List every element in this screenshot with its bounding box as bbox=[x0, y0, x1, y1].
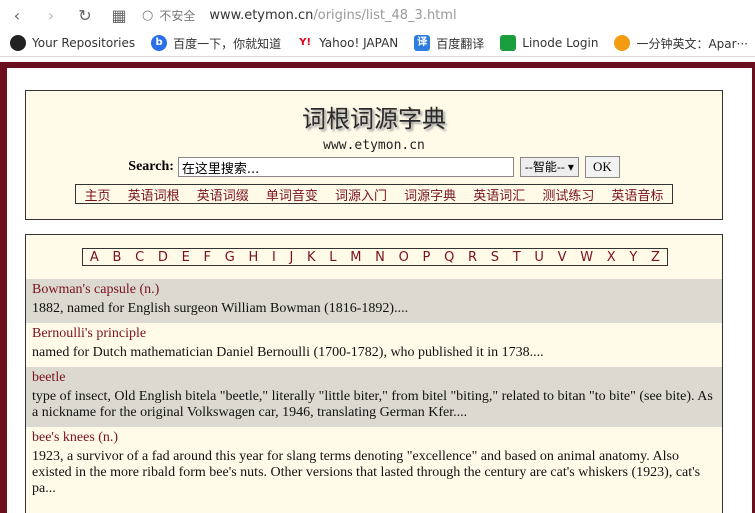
dropdown-arrow-icon: ▾ bbox=[567, 160, 574, 174]
main-menu: 主页 英语词根 英语词缀 单词音变 词源入门 词源字典 英语词汇 测试练习 英语… bbox=[75, 184, 673, 204]
orange-icon bbox=[614, 35, 631, 51]
search-mode-select[interactable]: --智能-- ▾ bbox=[519, 157, 579, 177]
forward-icon[interactable]: › bbox=[34, 6, 68, 25]
search-label: Search: bbox=[128, 159, 174, 174]
letter-link[interactable]: R bbox=[468, 250, 477, 265]
list-item: bee's knees (n.) 1923, a survivor of a f… bbox=[26, 427, 722, 503]
list-item: beetle type of insect, Old English bitel… bbox=[26, 367, 722, 427]
site-header: 词根词源字典 www.etymon.cn Search: --智能-- ▾ OK… bbox=[25, 90, 723, 220]
entry-definition: named for Dutch mathematician Daniel Ber… bbox=[32, 345, 544, 360]
menu-item-affixes[interactable]: 英语词缀 bbox=[197, 185, 249, 204]
menu-item-tests[interactable]: 测试练习 bbox=[542, 185, 594, 204]
bookmark-baidu[interactable]: b 百度一下，你就知道 bbox=[151, 35, 281, 52]
linode-icon bbox=[500, 35, 517, 51]
bookmark-yahoo-japan[interactable]: Y! Yahoo! JAPAN bbox=[297, 35, 398, 51]
url-text[interactable]: www.etymon.cn/origins/list_48_3.html bbox=[209, 8, 456, 23]
letter-link[interactable]: T bbox=[513, 250, 521, 265]
letter-link[interactable]: P bbox=[423, 250, 431, 265]
github-icon bbox=[10, 35, 26, 51]
letter-link[interactable]: L bbox=[329, 250, 336, 265]
letter-link[interactable]: M bbox=[350, 250, 361, 265]
letter-link[interactable]: D bbox=[158, 250, 168, 265]
baidu-icon: b bbox=[151, 35, 168, 51]
menu-item-vocabulary[interactable]: 英语词汇 bbox=[473, 185, 525, 204]
site-title: 词根词源字典 bbox=[302, 105, 446, 133]
entry-definition: 1923, a survivor of a fad around this ye… bbox=[32, 449, 701, 496]
apps-grid-icon[interactable]: ▦ bbox=[102, 6, 136, 25]
browser-toolbar: ‹ › ↻ ▦ ○ 不安全 www.etymon.cn/origins/list… bbox=[0, 0, 755, 30]
letter-link[interactable]: S bbox=[491, 250, 499, 265]
menu-item-phonetics[interactable]: 英语音标 bbox=[611, 185, 663, 204]
yahoo-icon: Y! bbox=[297, 35, 314, 51]
entry-term-link[interactable]: beetle bbox=[32, 367, 716, 389]
menu-item-sound-change[interactable]: 单词音变 bbox=[266, 185, 318, 204]
entry-definition: 1882, named for English surgeon William … bbox=[32, 301, 409, 316]
list-item: Bernoulli's principle named for Dutch ma… bbox=[26, 323, 722, 367]
letter-link[interactable]: H bbox=[248, 250, 258, 265]
entry-term-link[interactable]: Bowman's capsule (n.) bbox=[32, 279, 716, 301]
bookmark-one-minute-english[interactable]: 一分钟英文：Apar··· bbox=[614, 35, 748, 52]
letter-link[interactable]: J bbox=[290, 250, 294, 265]
address-bar[interactable]: ○ 不安全 www.etymon.cn/origins/list_48_3.ht… bbox=[142, 7, 457, 24]
search-input[interactable] bbox=[177, 157, 514, 177]
letter-link[interactable]: I bbox=[272, 250, 276, 265]
list-item: Bowman's capsule (n.) 1882, named for En… bbox=[26, 279, 722, 323]
reload-icon[interactable]: ↻ bbox=[68, 6, 102, 25]
letter-link[interactable]: F bbox=[204, 250, 211, 265]
bookmarks-bar: Your Repositories b 百度一下，你就知道 Y! Yahoo! JA… bbox=[0, 30, 755, 57]
letter-link[interactable]: A bbox=[90, 250, 99, 265]
menu-item-roots[interactable]: 英语词根 bbox=[128, 185, 180, 204]
letter-link[interactable]: G bbox=[225, 250, 235, 265]
menu-item-etymology-intro[interactable]: 词源入门 bbox=[335, 185, 387, 204]
letter-link[interactable]: N bbox=[375, 250, 385, 265]
letter-link[interactable]: U bbox=[534, 250, 544, 265]
letter-link[interactable]: W bbox=[580, 250, 593, 265]
letter-link[interactable]: E bbox=[182, 250, 190, 265]
letter-link[interactable]: V bbox=[558, 250, 567, 265]
site-url: www.etymon.cn bbox=[323, 138, 425, 153]
letter-link[interactable]: B bbox=[112, 250, 121, 265]
entry-term-link[interactable]: Bernoulli's principle bbox=[32, 323, 716, 345]
bookmark-your-repositories[interactable]: Your Repositories bbox=[10, 35, 135, 51]
entry-definition: type of insect, Old English bitela "beet… bbox=[32, 389, 713, 420]
translate-icon: 译 bbox=[414, 35, 431, 51]
letter-link[interactable]: C bbox=[135, 250, 144, 265]
letter-link[interactable]: Z bbox=[651, 250, 660, 265]
back-icon[interactable]: ‹ bbox=[0, 6, 34, 25]
letter-link[interactable]: O bbox=[399, 250, 409, 265]
letter-link[interactable]: Y bbox=[629, 250, 637, 265]
menu-item-dictionary[interactable]: 词源字典 bbox=[404, 185, 456, 204]
letter-link[interactable]: K bbox=[307, 250, 316, 265]
search-bar: Search: --智能-- ▾ OK bbox=[26, 156, 722, 178]
entry-list: Bowman's capsule (n.) 1882, named for En… bbox=[26, 279, 722, 503]
letter-link[interactable]: Q bbox=[444, 250, 454, 265]
insecure-label: 不安全 bbox=[159, 8, 196, 23]
ok-button[interactable]: OK bbox=[584, 156, 620, 178]
word-list-box: A B C D E F G H I J K L M N O P Q R S T bbox=[25, 234, 723, 513]
letter-link[interactable]: X bbox=[607, 250, 616, 265]
page-content: 词根词源字典 www.etymon.cn Search: --智能-- ▾ OK… bbox=[7, 68, 752, 513]
bookmark-baidu-translate[interactable]: 译百度翻译 bbox=[414, 35, 484, 52]
globe-icon: ○ bbox=[142, 7, 154, 23]
menu-item-home[interactable]: 主页 bbox=[85, 185, 111, 204]
page-background: 词根词源字典 www.etymon.cn Search: --智能-- ▾ OK… bbox=[0, 62, 755, 513]
entry-term-link[interactable]: bee's knees (n.) bbox=[32, 427, 716, 449]
alphabet-nav: A B C D E F G H I J K L M N O P Q R S T bbox=[82, 248, 668, 266]
bookmark-linode-login[interactable]: Linode Login bbox=[500, 35, 598, 51]
